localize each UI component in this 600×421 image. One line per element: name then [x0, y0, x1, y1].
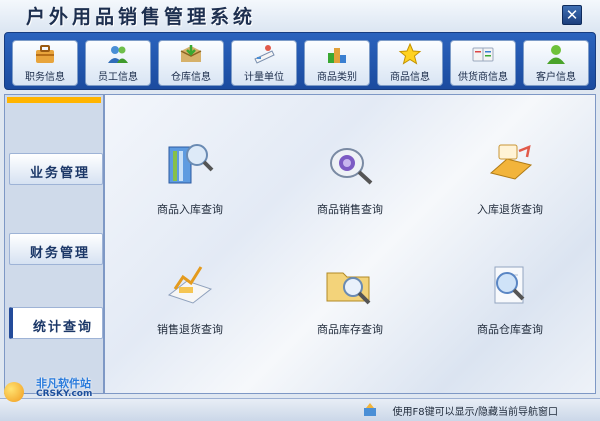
watermark: 非凡软件站 CRSKY.com: [14, 378, 92, 400]
sidebar-item-label: 财务管理: [30, 246, 91, 261]
item-label: 入库退货查询: [477, 203, 543, 216]
warehouse-query-item[interactable]: 商品仓库查询: [445, 259, 575, 349]
sales-return-query-icon: [167, 266, 213, 304]
sidebar-item-statistics[interactable]: 统计查询: [9, 307, 103, 339]
toolbar-button-categories[interactable]: 商品类别: [304, 40, 370, 86]
close-button[interactable]: ✕: [562, 5, 582, 25]
item-label: 销售退货查询: [157, 323, 223, 336]
sidebar-item-label: 业务管理: [30, 166, 91, 181]
sidebar-accent: [7, 97, 101, 103]
toolbar-button-positions[interactable]: 职务信息: [12, 40, 78, 86]
item-label: 商品销售查询: [317, 203, 383, 216]
sidebar-item-finance[interactable]: 财务管理: [9, 233, 103, 265]
close-icon: ✕: [565, 6, 579, 24]
briefcase-icon: [36, 45, 54, 63]
inventory-query-icon: [326, 272, 371, 305]
users-icon: [108, 46, 128, 63]
scale-icon: [254, 45, 275, 64]
customer-icon: [547, 45, 565, 64]
main-panel: 商品入库查询 商品销售查询 入库退货查询 销售退货查询 商品库存查询 商品仓库查…: [104, 94, 596, 394]
toolbar-button-products[interactable]: 商品信息: [377, 40, 443, 86]
toolbar-button-customers[interactable]: 客户信息: [523, 40, 589, 86]
nav-sidebar: 业务管理 财务管理 统计查询: [4, 94, 104, 394]
toolbar-button-suppliers[interactable]: 供货商信息: [450, 40, 516, 86]
toolbar: 职务信息 员工信息 仓库信息 计量单位 商品类别 商品信息 供货商信息 客户信息: [4, 32, 596, 90]
inventory-query-item[interactable]: 商品库存查询: [285, 259, 415, 349]
watermark-line1: 非凡软件站: [36, 377, 91, 390]
toolbar-button-label: 计量单位: [244, 72, 284, 83]
toolbar-button-label: 仓库信息: [171, 72, 211, 83]
status-hint: 使用F8键可以显示/隐藏当前导航窗口: [392, 407, 558, 418]
item-label: 商品仓库查询: [477, 323, 543, 336]
toolbar-button-label: 商品信息: [390, 72, 430, 83]
item-label: 商品入库查询: [157, 203, 223, 216]
star-icon: [398, 43, 422, 65]
toolbar-button-label: 员工信息: [98, 72, 138, 83]
sidebar-item-business[interactable]: 业务管理: [9, 153, 103, 185]
toolbar-button-label: 职务信息: [25, 72, 65, 83]
supplier-book-icon: [472, 47, 494, 62]
warehouse-query-icon: [494, 266, 525, 304]
app-title: 户外用品销售管理系统: [26, 6, 257, 28]
item-label: 商品库存查询: [317, 323, 383, 336]
toolbar-button-units[interactable]: 计量单位: [231, 40, 297, 86]
sales-query-item[interactable]: 商品销售查询: [285, 139, 415, 229]
watermark-line2: CRSKY.com: [36, 389, 93, 399]
stock-return-query-icon: [489, 144, 533, 180]
key-hint-icon: [364, 403, 376, 416]
warehouse-box-icon: [180, 45, 202, 62]
sidebar-item-label: 统计查询: [33, 320, 94, 335]
toolbar-button-label: 供货商信息: [458, 72, 508, 83]
toolbar-button-label: 商品类别: [317, 72, 357, 83]
title-bar: 户外用品销售管理系统 ✕: [0, 0, 600, 30]
toolbar-button-employees[interactable]: 员工信息: [85, 40, 151, 86]
stock-in-query-icon: [168, 144, 214, 184]
toolbar-button-label: 客户信息: [536, 72, 576, 83]
stock-in-query-item[interactable]: 商品入库查询: [125, 139, 255, 229]
stock-return-query-item[interactable]: 入库退货查询: [445, 139, 575, 229]
toolbar-button-warehouse[interactable]: 仓库信息: [158, 40, 224, 86]
sales-query-icon: [330, 148, 373, 185]
category-blocks-icon: [328, 48, 346, 63]
sales-return-query-item[interactable]: 销售退货查询: [125, 259, 255, 349]
status-bar: 使用F8键可以显示/隐藏当前导航窗口: [0, 398, 600, 421]
